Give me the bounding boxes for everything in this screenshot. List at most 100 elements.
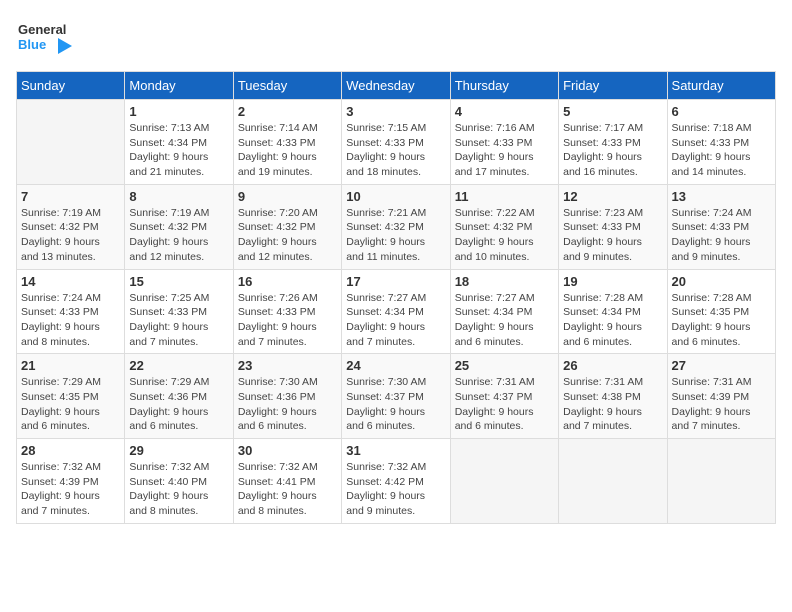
day-info: Sunrise: 7:16 AMSunset: 4:33 PMDaylight:… [455,121,554,180]
day-cell: 28Sunrise: 7:32 AMSunset: 4:39 PMDayligh… [17,439,125,524]
day-cell: 4 Sunrise: 7:16 AMSunset: 4:33 PMDaylight… [450,100,558,185]
day-info: Sunrise: 7:28 AMSunset: 4:35 PMDaylight:… [672,291,771,350]
day-number: 13 [672,189,771,204]
day-cell: 8 Sunrise: 7:19 AMSunset: 4:32 PMDaylight… [125,184,233,269]
day-cell: 15Sunrise: 7:25 AMSunset: 4:33 PMDayligh… [125,269,233,354]
week-row-2: 7 Sunrise: 7:19 AMSunset: 4:32 PMDaylight… [17,184,776,269]
day-number: 2 [238,104,337,119]
day-cell: 5 Sunrise: 7:17 AMSunset: 4:33 PMDaylight… [559,100,667,185]
day-cell: 29 Sunrise: 7:32 AMSunset: 4:40 PMDayligh… [125,439,233,524]
day-cell: 11 Sunrise: 7:22 AMSunset: 4:32 PMDayligh… [450,184,558,269]
day-cell: 13 Sunrise: 7:24 AMSunset: 4:33 PMDayligh… [667,184,775,269]
col-header-thursday: Thursday [450,72,558,100]
day-number: 4 [455,104,554,119]
day-number: 12 [563,189,662,204]
day-number: 17 [346,274,445,289]
day-info: Sunrise: 7:24 AMSunset: 4:33 PMDaylight:… [21,291,120,350]
day-number: 26 [563,358,662,373]
day-info: Sunrise: 7:15 AMSunset: 4:33 PMDaylight:… [346,121,445,180]
day-info: Sunrise: 7:29 AMSunset: 4:36 PMDaylight:… [129,375,228,434]
day-info: Sunrise: 7:17 AMSunset: 4:33 PMDaylight:… [563,121,662,180]
day-info: Sunrise: 7:31 AMSunset: 4:39 PMDaylight:… [672,375,771,434]
day-info: Sunrise: 7:22 AMSunset: 4:32 PMDaylight:… [455,206,554,265]
day-info: Sunrise: 7:19 AMSunset: 4:32 PMDaylight:… [21,206,120,265]
day-cell: 12 Sunrise: 7:23 AMSunset: 4:33 PMDayligh… [559,184,667,269]
day-info: Sunrise: 7:18 AMSunset: 4:33 PMDaylight:… [672,121,771,180]
svg-text:Blue: Blue [18,37,46,52]
day-cell: 18 Sunrise: 7:27 AMSunset: 4:34 PMDayligh… [450,269,558,354]
day-cell: 23 Sunrise: 7:30 AMSunset: 4:36 PMDayligh… [233,354,341,439]
day-number: 22 [129,358,228,373]
day-cell: 25 Sunrise: 7:31 AMSunset: 4:37 PMDayligh… [450,354,558,439]
day-info: Sunrise: 7:20 AMSunset: 4:32 PMDaylight:… [238,206,337,265]
day-number: 21 [21,358,120,373]
day-cell: 27 Sunrise: 7:31 AMSunset: 4:39 PMDayligh… [667,354,775,439]
day-info: Sunrise: 7:24 AMSunset: 4:33 PMDaylight:… [672,206,771,265]
col-header-wednesday: Wednesday [342,72,450,100]
day-cell: 2 Sunrise: 7:14 AMSunset: 4:33 PMDaylight… [233,100,341,185]
day-cell: 9Sunrise: 7:20 AMSunset: 4:32 PMDaylight… [233,184,341,269]
day-cell [17,100,125,185]
day-cell: 22 Sunrise: 7:29 AMSunset: 4:36 PMDayligh… [125,354,233,439]
day-number: 23 [238,358,337,373]
day-number: 18 [455,274,554,289]
day-info: Sunrise: 7:19 AMSunset: 4:32 PMDaylight:… [129,206,228,265]
day-info: Sunrise: 7:32 AMSunset: 4:41 PMDaylight:… [238,460,337,519]
day-cell: 26 Sunrise: 7:31 AMSunset: 4:38 PMDayligh… [559,354,667,439]
day-cell [450,439,558,524]
day-cell: 6Sunrise: 7:18 AMSunset: 4:33 PMDaylight… [667,100,775,185]
day-cell: 10 Sunrise: 7:21 AMSunset: 4:32 PMDayligh… [342,184,450,269]
day-info: Sunrise: 7:30 AMSunset: 4:36 PMDaylight:… [238,375,337,434]
day-cell: 30 Sunrise: 7:32 AMSunset: 4:41 PMDayligh… [233,439,341,524]
day-info: Sunrise: 7:32 AMSunset: 4:42 PMDaylight:… [346,460,445,519]
day-number: 30 [238,443,337,458]
day-info: Sunrise: 7:28 AMSunset: 4:34 PMDaylight:… [563,291,662,350]
day-cell: 21 Sunrise: 7:29 AMSunset: 4:35 PMDayligh… [17,354,125,439]
day-cell: 20 Sunrise: 7:28 AMSunset: 4:35 PMDayligh… [667,269,775,354]
day-info: Sunrise: 7:26 AMSunset: 4:33 PMDaylight:… [238,291,337,350]
day-cell: 19Sunrise: 7:28 AMSunset: 4:34 PMDayligh… [559,269,667,354]
day-info: Sunrise: 7:30 AMSunset: 4:37 PMDaylight:… [346,375,445,434]
day-info: Sunrise: 7:23 AMSunset: 4:33 PMDaylight:… [563,206,662,265]
day-number: 27 [672,358,771,373]
day-cell: 31 Sunrise: 7:32 AMSunset: 4:42 PMDayligh… [342,439,450,524]
day-number: 20 [672,274,771,289]
day-cell: 24Sunrise: 7:30 AMSunset: 4:37 PMDayligh… [342,354,450,439]
col-header-saturday: Saturday [667,72,775,100]
day-cell [559,439,667,524]
day-number: 15 [129,274,228,289]
day-info: Sunrise: 7:31 AMSunset: 4:37 PMDaylight:… [455,375,554,434]
day-info: Sunrise: 7:13 AMSunset: 4:34 PMDaylight:… [129,121,228,180]
col-header-sunday: Sunday [17,72,125,100]
day-number: 10 [346,189,445,204]
day-number: 5 [563,104,662,119]
page-header: General Blue [16,16,776,61]
day-info: Sunrise: 7:27 AMSunset: 4:34 PMDaylight:… [455,291,554,350]
week-row-1: 1 Sunrise: 7:13 AMSunset: 4:34 PMDaylight… [17,100,776,185]
day-number: 14 [21,274,120,289]
day-number: 25 [455,358,554,373]
day-number: 11 [455,189,554,204]
day-info: Sunrise: 7:14 AMSunset: 4:33 PMDaylight:… [238,121,337,180]
day-number: 1 [129,104,228,119]
col-header-friday: Friday [559,72,667,100]
calendar-table: SundayMondayTuesdayWednesdayThursdayFrid… [16,71,776,524]
day-number: 29 [129,443,228,458]
day-cell: 17 Sunrise: 7:27 AMSunset: 4:34 PMDayligh… [342,269,450,354]
day-info: Sunrise: 7:31 AMSunset: 4:38 PMDaylight:… [563,375,662,434]
day-number: 7 [21,189,120,204]
logo-icon: General Blue [16,16,72,56]
svg-text:General: General [18,22,66,37]
day-cell: 7 Sunrise: 7:19 AMSunset: 4:32 PMDaylight… [17,184,125,269]
week-row-4: 21 Sunrise: 7:29 AMSunset: 4:35 PMDayligh… [17,354,776,439]
day-info: Sunrise: 7:32 AMSunset: 4:40 PMDaylight:… [129,460,228,519]
day-number: 31 [346,443,445,458]
day-info: Sunrise: 7:29 AMSunset: 4:35 PMDaylight:… [21,375,120,434]
day-info: Sunrise: 7:27 AMSunset: 4:34 PMDaylight:… [346,291,445,350]
day-number: 8 [129,189,228,204]
day-cell: 16Sunrise: 7:26 AMSunset: 4:33 PMDayligh… [233,269,341,354]
day-cell [667,439,775,524]
week-row-3: 14 Sunrise: 7:24 AMSunset: 4:33 PMDayligh… [17,269,776,354]
day-info: Sunrise: 7:21 AMSunset: 4:32 PMDaylight:… [346,206,445,265]
col-header-monday: Monday [125,72,233,100]
